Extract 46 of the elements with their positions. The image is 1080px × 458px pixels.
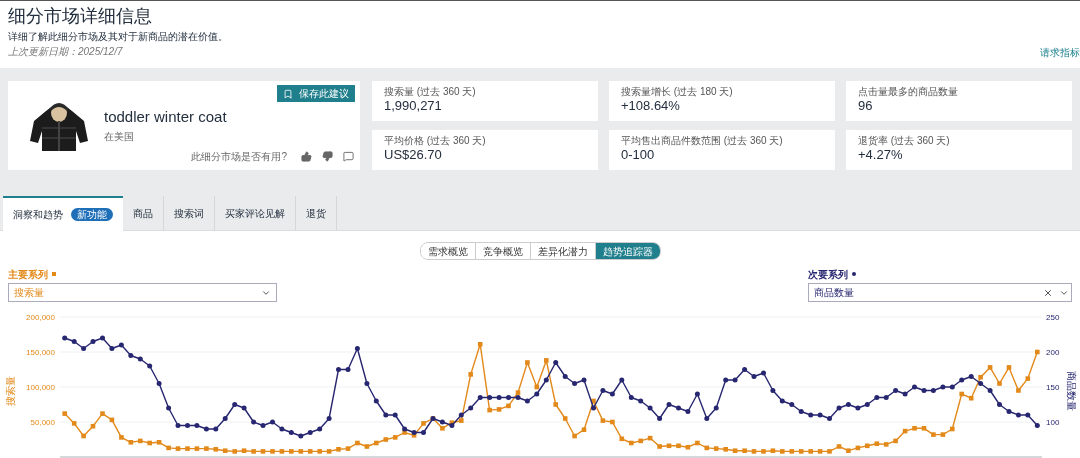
stat-value: 96 xyxy=(858,98,874,114)
axis-tick-label: 50,000 xyxy=(30,418,55,427)
new-feature-badge: 新功能 xyxy=(71,208,113,221)
axis-tick-label: 100 xyxy=(1046,418,1060,427)
product-name: toddler winter coat xyxy=(104,108,227,126)
tab[interactable]: 搜索词 xyxy=(164,196,215,231)
tab[interactable]: 买家评论见解 xyxy=(215,196,296,231)
axis-tick-label: 200,000 xyxy=(26,313,55,322)
thumbs-down-icon[interactable] xyxy=(322,151,333,162)
view-toggle[interactable]: 需求概览 xyxy=(420,243,476,259)
comment-icon[interactable] xyxy=(343,151,354,162)
page-title: 细分市场详细信息 xyxy=(8,5,153,27)
stat-value: 1,990,271 xyxy=(384,98,443,114)
bookmark-icon xyxy=(283,88,293,99)
stat-label: 点击量最多的商品数量 xyxy=(858,86,959,98)
stat-value: +108.64% xyxy=(621,98,681,114)
save-suggestion-button[interactable]: 保存此建议 xyxy=(277,85,355,102)
stat-label: 搜索量 (过去 360 天) xyxy=(384,86,477,98)
select-field[interactable]: 商品数量 xyxy=(808,283,1072,302)
stat-value: 0-100 xyxy=(621,147,656,163)
axis-title: 搜索量 xyxy=(5,376,16,406)
series-label: 主要系列 xyxy=(8,267,48,282)
thumbs-up-icon[interactable] xyxy=(301,151,312,162)
view-toggle[interactable]: 趋势追踪器 xyxy=(595,243,660,259)
tab[interactable]: 商品 xyxy=(123,196,164,231)
axis-title: 商品数量 xyxy=(1066,371,1077,411)
axis-tick-label: 150,000 xyxy=(26,348,55,357)
stat-label: 搜索量增长 (过去 180 天) xyxy=(621,86,734,98)
product-region: 在美国 xyxy=(104,130,135,144)
updated-date: 上次更新日期：2025/12/7 xyxy=(8,46,123,58)
feedback-question: 此细分市场是否有用? xyxy=(191,150,287,164)
stat-label: 退货率 (过去 360 天) xyxy=(858,135,951,147)
tab[interactable]: 洞察和趋势 新功能 xyxy=(3,196,123,231)
tab[interactable]: 退货 xyxy=(296,196,337,231)
stat-label: 平均售出商品件数范围 (过去 360 天) xyxy=(621,135,784,147)
clear-icon[interactable] xyxy=(1043,287,1053,298)
axis-tick-label: 200 xyxy=(1046,348,1060,357)
page-subtitle: 详细了解此细分市场及其对于新商品的潜在价值。 xyxy=(8,30,228,44)
axis-tick-label: 150 xyxy=(1046,383,1060,392)
stat-label: 平均价格 (过去 360 天) xyxy=(384,135,487,147)
stat-value: +4.27% xyxy=(858,147,904,163)
axis-tick-label: 250 xyxy=(1046,313,1060,322)
request-metrics-link[interactable]: 请求指标 xyxy=(1040,45,1080,60)
stat-value: US$26.70 xyxy=(384,147,443,163)
series-label: 次要系列 xyxy=(808,267,848,282)
axis-tick-label: 100,000 xyxy=(26,383,55,392)
